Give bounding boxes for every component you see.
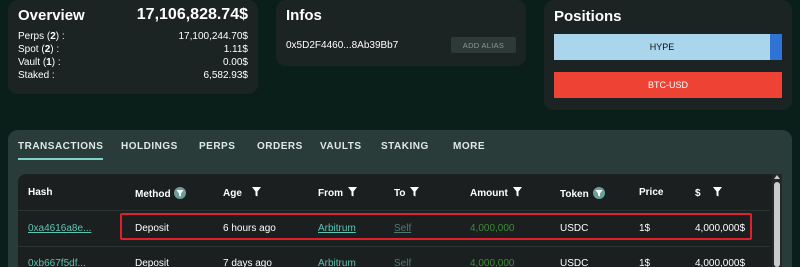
- scroll-up-arrow-icon[interactable]: [774, 175, 780, 179]
- add-alias-button[interactable]: ADD ALIAS: [451, 37, 516, 53]
- overview-row-spot: Spot (2) : 1.11$: [18, 44, 248, 57]
- tab-orders[interactable]: ORDERS: [257, 141, 303, 152]
- position-bar-hype[interactable]: HYPE: [554, 34, 782, 60]
- header-divider: [18, 210, 770, 211]
- column-header-method[interactable]: Method: [135, 187, 187, 200]
- overview-row-label: Perps (2) :: [18, 31, 65, 42]
- overview-row-label: Vault (1) :: [18, 57, 61, 68]
- overview-row-perps: Perps (2) : 17,100,244.70$: [18, 31, 248, 44]
- tab-transactions[interactable]: TRANSACTIONS: [18, 141, 104, 160]
- tab-bar: TRANSACTIONS HOLDINGS PERPS ORDERS VAULT…: [8, 130, 792, 163]
- overview-row-value: 6,582.93$: [203, 70, 249, 81]
- row-divider: [18, 246, 770, 247]
- filter-active-icon[interactable]: [592, 187, 605, 199]
- wallet-address: 0x5D2F4460...8Ab39Bb7: [286, 40, 399, 51]
- tab-vaults[interactable]: VAULTS: [320, 141, 362, 152]
- scrollbar-thumb[interactable]: [774, 182, 780, 267]
- positions-title: Positions: [554, 8, 622, 25]
- infos-title: Infos: [286, 7, 322, 24]
- filter-icon[interactable]: [410, 187, 420, 197]
- position-bar-btc-usd[interactable]: BTC-USD: [554, 72, 782, 98]
- column-header-token[interactable]: Token: [560, 187, 605, 200]
- filter-icon[interactable]: [512, 187, 523, 197]
- filter-icon[interactable]: [705, 187, 723, 197]
- column-header-age[interactable]: Age: [223, 187, 263, 199]
- column-header-amount[interactable]: Amount: [470, 187, 523, 199]
- transactions-table: Hash Method Age From To Amount Token Pri…: [18, 174, 782, 267]
- overview-row-value: 1.11$: [223, 44, 248, 55]
- overview-row-vault: Vault (1) : 0.00$: [18, 57, 248, 70]
- column-header-price: Price: [639, 187, 664, 198]
- tx-from-link[interactable]: Arbitrum: [318, 258, 356, 267]
- tx-hash-link[interactable]: 0xa4616a8e...: [28, 223, 91, 234]
- infos-card: Infos 0x5D2F4460...8Ab39Bb7 ADD ALIAS: [276, 0, 526, 66]
- column-header-to[interactable]: To: [394, 187, 420, 199]
- overview-row-label: Staked :: [18, 70, 55, 81]
- filter-icon[interactable]: [247, 187, 263, 197]
- overview-row-label: Spot (2) :: [18, 44, 60, 55]
- tab-holdings[interactable]: HOLDINGS: [121, 141, 178, 152]
- tx-usd-value: 4,000,000$: [695, 258, 746, 267]
- tab-perps[interactable]: PERPS: [199, 141, 235, 152]
- tx-price: 1$: [639, 258, 651, 267]
- overview-title: Overview: [18, 7, 85, 24]
- column-header-from[interactable]: From: [318, 187, 358, 199]
- overview-total: 17,106,828.74$: [136, 6, 248, 23]
- tx-method: Deposit: [135, 258, 169, 267]
- row-highlight-box: [120, 213, 752, 240]
- column-header-usd[interactable]: $: [695, 187, 723, 199]
- tx-amount: 4,000,000: [470, 258, 515, 267]
- overview-row-staked: Staked : 6,582.93$: [18, 70, 248, 83]
- overview-row-value: 0.00$: [222, 57, 248, 68]
- tx-age: 7 days ago: [223, 258, 272, 267]
- tx-to-link[interactable]: Self: [394, 258, 411, 267]
- tx-hash-link[interactable]: 0xb667f5df...: [28, 258, 86, 267]
- tx-token: USDC: [560, 258, 589, 267]
- column-header-hash: Hash: [28, 187, 53, 198]
- transactions-panel: TRANSACTIONS HOLDINGS PERPS ORDERS VAULT…: [8, 130, 792, 267]
- table-scrollbar[interactable]: [772, 174, 782, 267]
- positions-card: Positions HYPE BTC-USD: [544, 0, 792, 110]
- tab-staking[interactable]: STAKING: [381, 141, 429, 152]
- overview-row-value: 17,100,244.70$: [178, 31, 248, 42]
- filter-icon[interactable]: [347, 187, 358, 197]
- tab-more[interactable]: MORE: [453, 141, 485, 152]
- overview-card: Overview 17,106,828.74$ Perps (2) : 17,1…: [8, 0, 258, 94]
- filter-active-icon[interactable]: [174, 187, 187, 199]
